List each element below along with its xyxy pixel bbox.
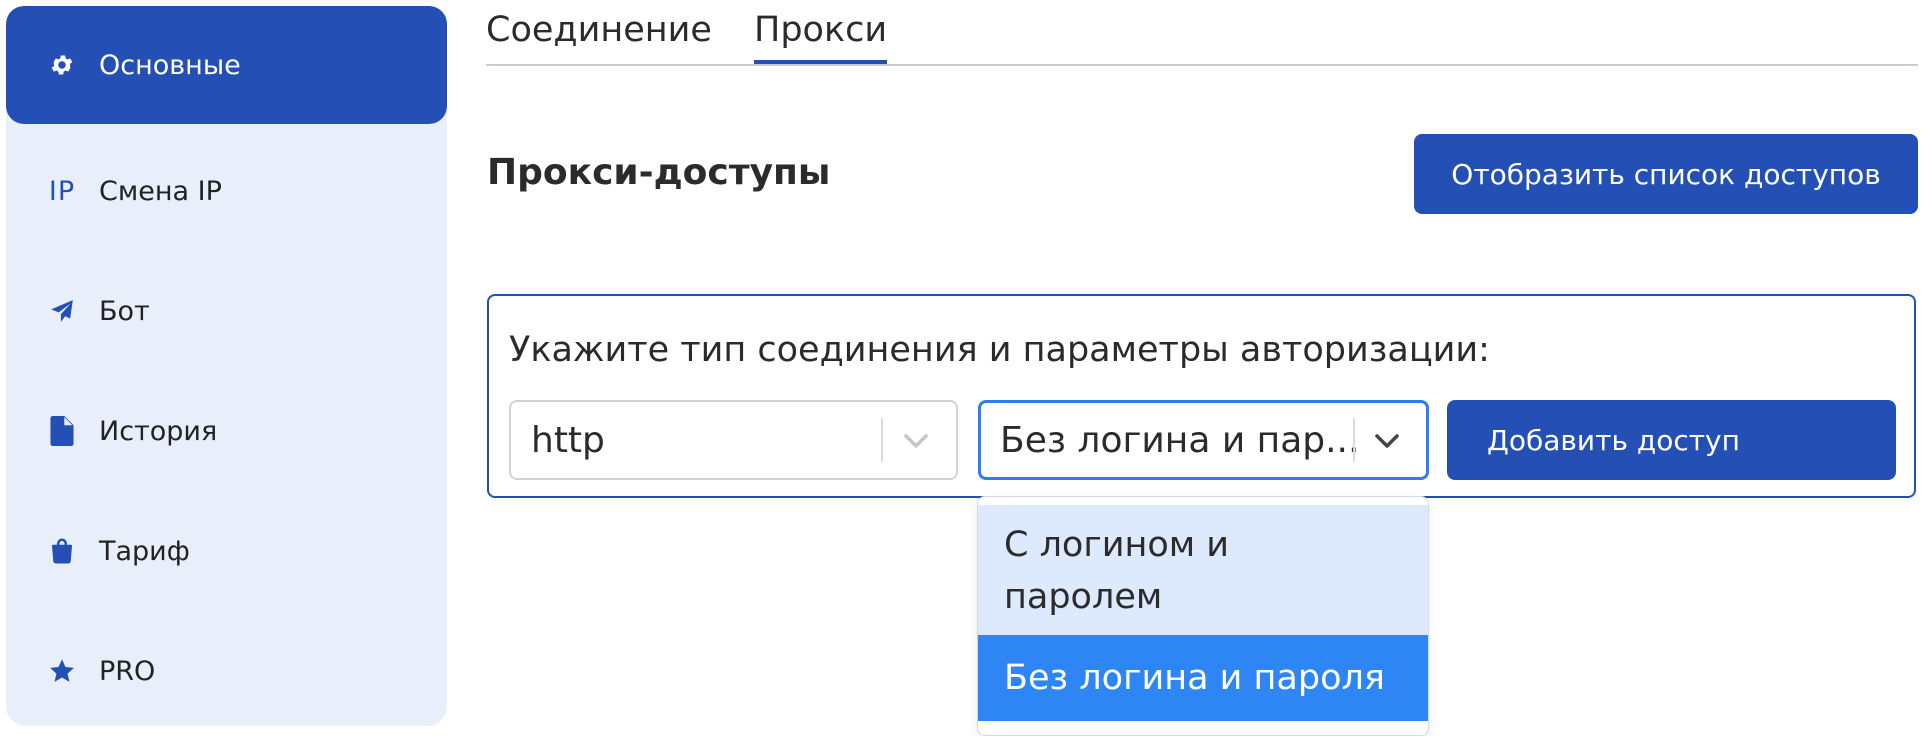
- protocol-select[interactable]: http: [509, 400, 958, 480]
- sidebar-item-label: Тариф: [99, 535, 190, 567]
- select-divider: [881, 418, 883, 462]
- sidebar-item-label: PRO: [99, 655, 156, 687]
- sidebar-item-main[interactable]: Основные: [6, 6, 447, 124]
- sidebar-item-label: Смена IP: [99, 175, 222, 207]
- sidebar-item-label: Основные: [99, 49, 241, 81]
- sidebar-item-history[interactable]: История: [6, 372, 447, 490]
- auth-type-select-value: Без логина и пар...: [1000, 420, 1360, 461]
- sidebar-item-label: История: [99, 415, 218, 447]
- tab-connection[interactable]: Соединение: [486, 10, 712, 60]
- auth-type-dropdown-menu: С логином и паролем Без логина и пароля: [977, 496, 1429, 736]
- sidebar-item-pro[interactable]: PRO: [6, 612, 447, 730]
- document-icon: [38, 407, 86, 455]
- sidebar-item-label: Бот: [99, 295, 150, 327]
- sidebar-item-bot[interactable]: Бот: [6, 252, 447, 370]
- form-label: Укажите тип соединения и параметры автор…: [509, 330, 1490, 370]
- dropdown-option-without-login[interactable]: Без логина и пароля: [978, 635, 1428, 721]
- select-divider: [1353, 418, 1355, 462]
- add-access-button[interactable]: Добавить доступ: [1447, 400, 1896, 480]
- protocol-select-value: http: [531, 420, 605, 461]
- section-title: Прокси-доступы: [487, 152, 831, 193]
- sidebar: Основные IP Смена IP Бот История Тариф P…: [6, 6, 447, 726]
- sidebar-item-tariff[interactable]: Тариф: [6, 492, 447, 610]
- dropdown-option-with-login[interactable]: С логином и паролем: [978, 505, 1428, 635]
- tab-bar: Соединение Прокси: [486, 0, 1918, 66]
- chevron-down-icon[interactable]: [1370, 424, 1404, 458]
- auth-type-select[interactable]: Без логина и пар...: [978, 400, 1429, 480]
- option-label-line: С логином и: [1004, 525, 1230, 565]
- option-label-line: паролем: [1004, 577, 1163, 617]
- tab-proxy[interactable]: Прокси: [754, 10, 888, 64]
- show-access-list-button[interactable]: Отобразить список доступов: [1414, 134, 1918, 214]
- chevron-down-icon[interactable]: [899, 424, 933, 458]
- sidebar-item-ip-change[interactable]: IP Смена IP: [6, 132, 447, 250]
- star-icon: [38, 647, 86, 695]
- add-access-form: Укажите тип соединения и параметры автор…: [487, 294, 1916, 498]
- paper-plane-icon: [38, 287, 86, 335]
- ip-icon: IP: [48, 175, 76, 207]
- gear-icon: [38, 41, 86, 89]
- shopping-bag-icon: [38, 527, 86, 575]
